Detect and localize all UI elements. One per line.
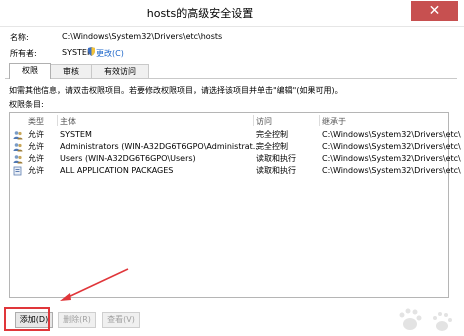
annotation-arrow — [60, 268, 129, 301]
delete-button[interactable]: 删除(R) — [58, 312, 96, 328]
tab-permissions[interactable]: 权限 — [9, 63, 51, 79]
view-button[interactable]: 查看(V) — [102, 312, 140, 328]
annotation-highlight-box — [4, 307, 50, 331]
paw-watermark-icon — [399, 308, 452, 331]
